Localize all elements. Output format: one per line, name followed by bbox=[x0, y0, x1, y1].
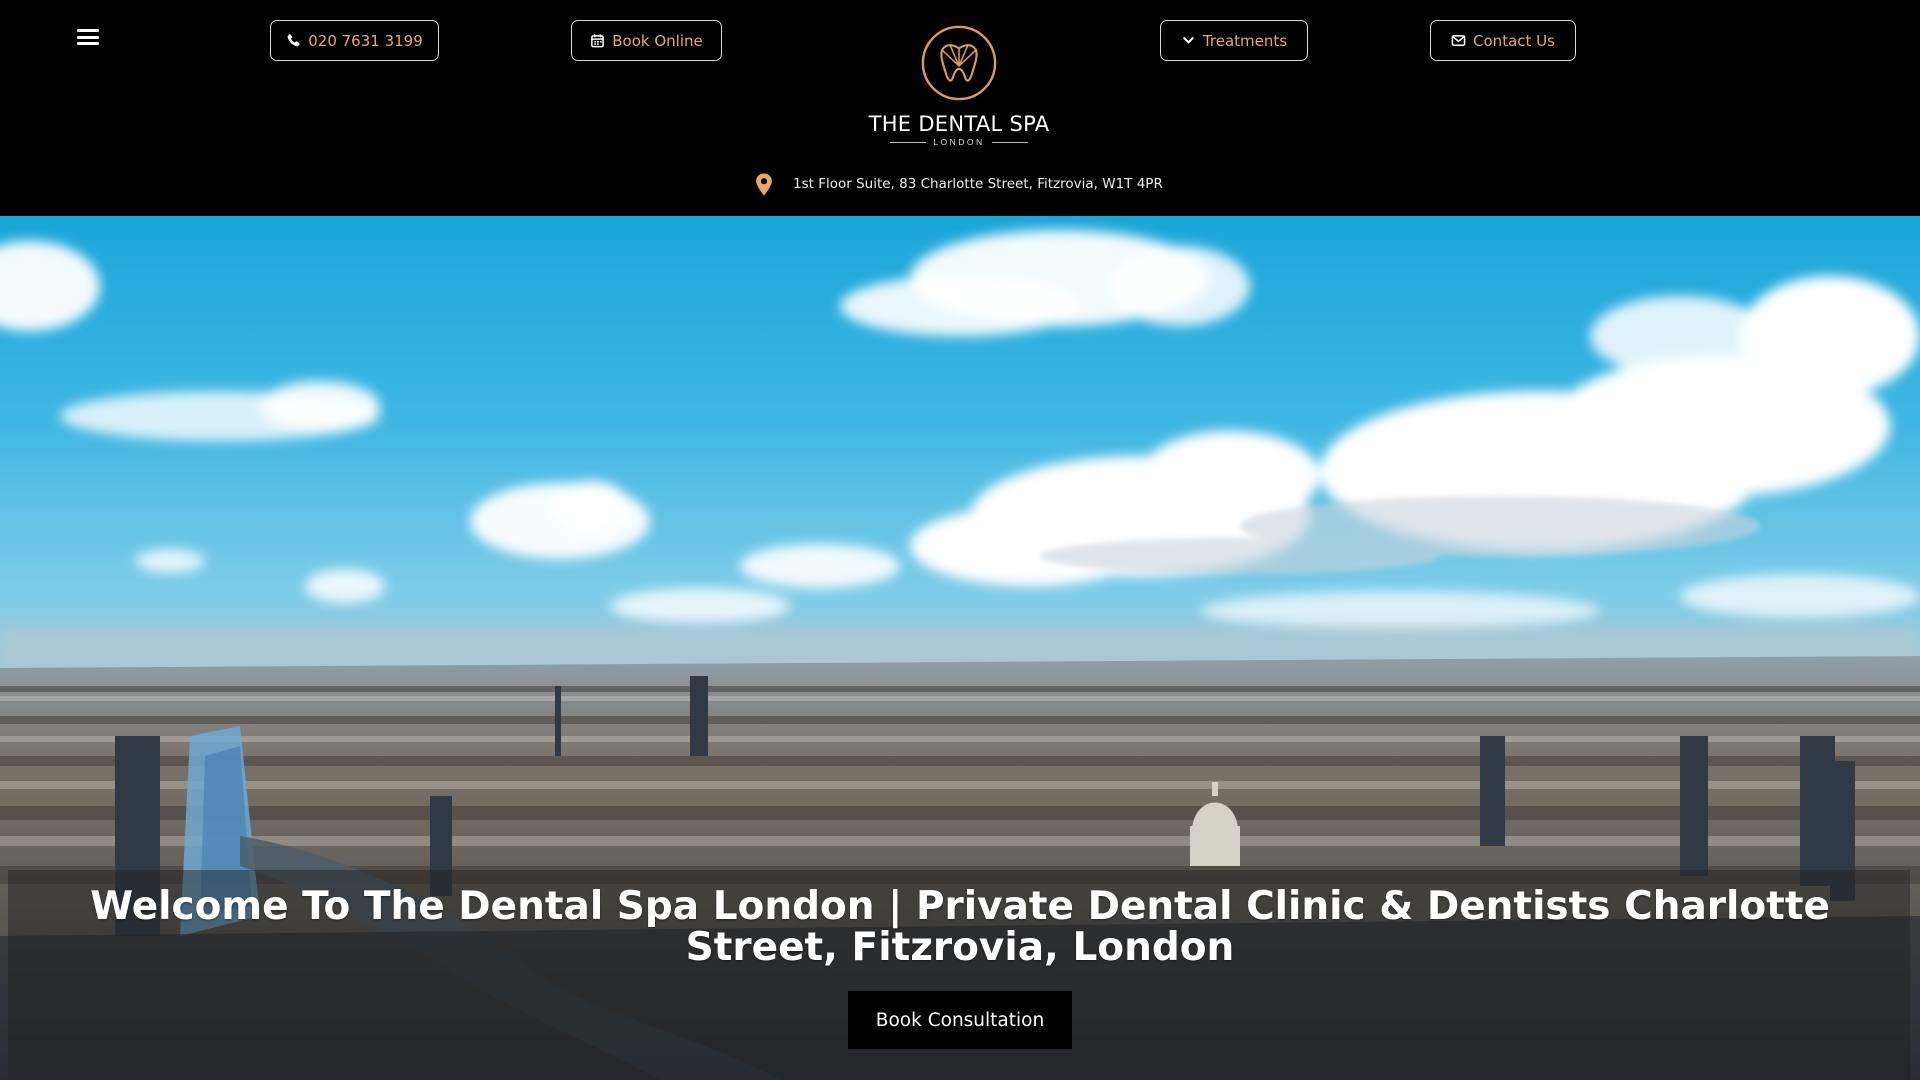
book-consultation-button[interactable]: Book Consultation bbox=[848, 991, 1072, 1049]
phone-icon bbox=[286, 33, 301, 48]
treatments-label: Treatments bbox=[1202, 31, 1288, 50]
contact-us-button[interactable]: Contact Us bbox=[1430, 20, 1576, 61]
book-online-label: Book Online bbox=[612, 31, 703, 50]
book-online-button[interactable]: Book Online bbox=[571, 20, 722, 61]
tooth-logo-icon bbox=[921, 25, 997, 101]
calendar-icon bbox=[590, 33, 605, 48]
address-text: 1st Floor Suite, 83 Charlotte Street, Fi… bbox=[793, 176, 1163, 192]
logo-subtitle: LONDON bbox=[850, 137, 1068, 147]
logo-title: THE DENTAL SPA bbox=[868, 112, 1050, 136]
phone-label: 020 7631 3199 bbox=[308, 31, 423, 50]
envelope-icon bbox=[1451, 33, 1466, 48]
site-logo[interactable]: THE DENTAL SPA LONDON bbox=[850, 24, 1068, 152]
contact-us-label: Contact Us bbox=[1473, 31, 1555, 50]
address-line: 1st Floor Suite, 83 Charlotte Street, Fi… bbox=[755, 172, 1163, 196]
hero-headline: Welcome To The Dental Spa London | Priva… bbox=[90, 884, 1830, 970]
phone-button[interactable]: 020 7631 3199 bbox=[270, 20, 439, 61]
hamburger-icon[interactable] bbox=[77, 29, 99, 45]
chevron-down-icon bbox=[1181, 33, 1196, 48]
logo-rule-right bbox=[991, 141, 1028, 143]
map-pin-icon bbox=[756, 172, 772, 196]
logo-rule-left bbox=[890, 141, 927, 143]
logo-subtitle-text: LONDON bbox=[933, 137, 985, 147]
site-header: 020 7631 3199 Book Online THE DENTAL SPA… bbox=[0, 0, 1920, 216]
treatments-button[interactable]: Treatments bbox=[1160, 20, 1308, 61]
